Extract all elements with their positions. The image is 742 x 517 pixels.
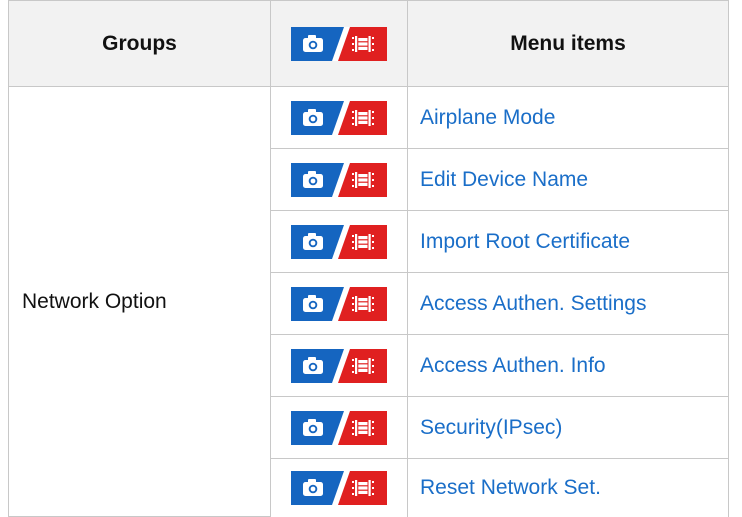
photo-movie-mode-icon: [291, 225, 387, 259]
menu-item-cell: Edit Device Name: [407, 148, 729, 211]
menu-item-edit-device-name-link[interactable]: Edit Device Name: [420, 168, 588, 191]
groups-header: Groups: [8, 0, 271, 87]
mode-header: [270, 0, 408, 87]
menu-item-cell: Security(IPsec): [407, 396, 729, 459]
photo-movie-mode-icon: [291, 349, 387, 383]
photo-movie-mode-icon: [291, 471, 387, 505]
mode-cell: [270, 86, 408, 149]
photo-movie-mode-icon: [291, 287, 387, 321]
menu-item-cell: Reset Network Set.: [407, 458, 729, 517]
mode-cell: [270, 148, 408, 211]
table-row: Network Option Airplane Mode: [8, 86, 729, 517]
photo-movie-mode-icon: [291, 27, 387, 61]
mode-cell: [270, 334, 408, 397]
mode-cell: [270, 458, 408, 517]
menu-item-cell: Access Authen. Settings: [407, 272, 729, 335]
menu-item-import-root-certificate-link[interactable]: Import Root Certificate: [420, 230, 630, 253]
photo-movie-mode-icon: [291, 163, 387, 197]
table-header-row: Groups Menu items: [8, 0, 729, 87]
mode-cell: [270, 272, 408, 335]
mode-cell: [270, 210, 408, 273]
menu-item-access-authen-info-link[interactable]: Access Authen. Info: [420, 354, 606, 377]
menu-items-table: Groups Menu items Network Option Airplan…: [8, 0, 729, 517]
group-network-option: Network Option: [8, 86, 271, 517]
menu-item-access-authen-settings-link[interactable]: Access Authen. Settings: [420, 292, 646, 315]
menu-item-security-ipsec-link[interactable]: Security(IPsec): [420, 416, 562, 439]
menu-items-header: Menu items: [407, 0, 729, 87]
photo-movie-mode-icon: [291, 101, 387, 135]
menu-item-cell: Access Authen. Info: [407, 334, 729, 397]
menu-item-cell: Airplane Mode: [407, 86, 729, 149]
mode-cell: [270, 396, 408, 459]
menu-item-airplane-mode-link[interactable]: Airplane Mode: [420, 106, 555, 129]
photo-movie-mode-icon: [291, 411, 387, 445]
menu-item-reset-network-set-link[interactable]: Reset Network Set.: [420, 476, 601, 499]
menu-item-cell: Import Root Certificate: [407, 210, 729, 273]
